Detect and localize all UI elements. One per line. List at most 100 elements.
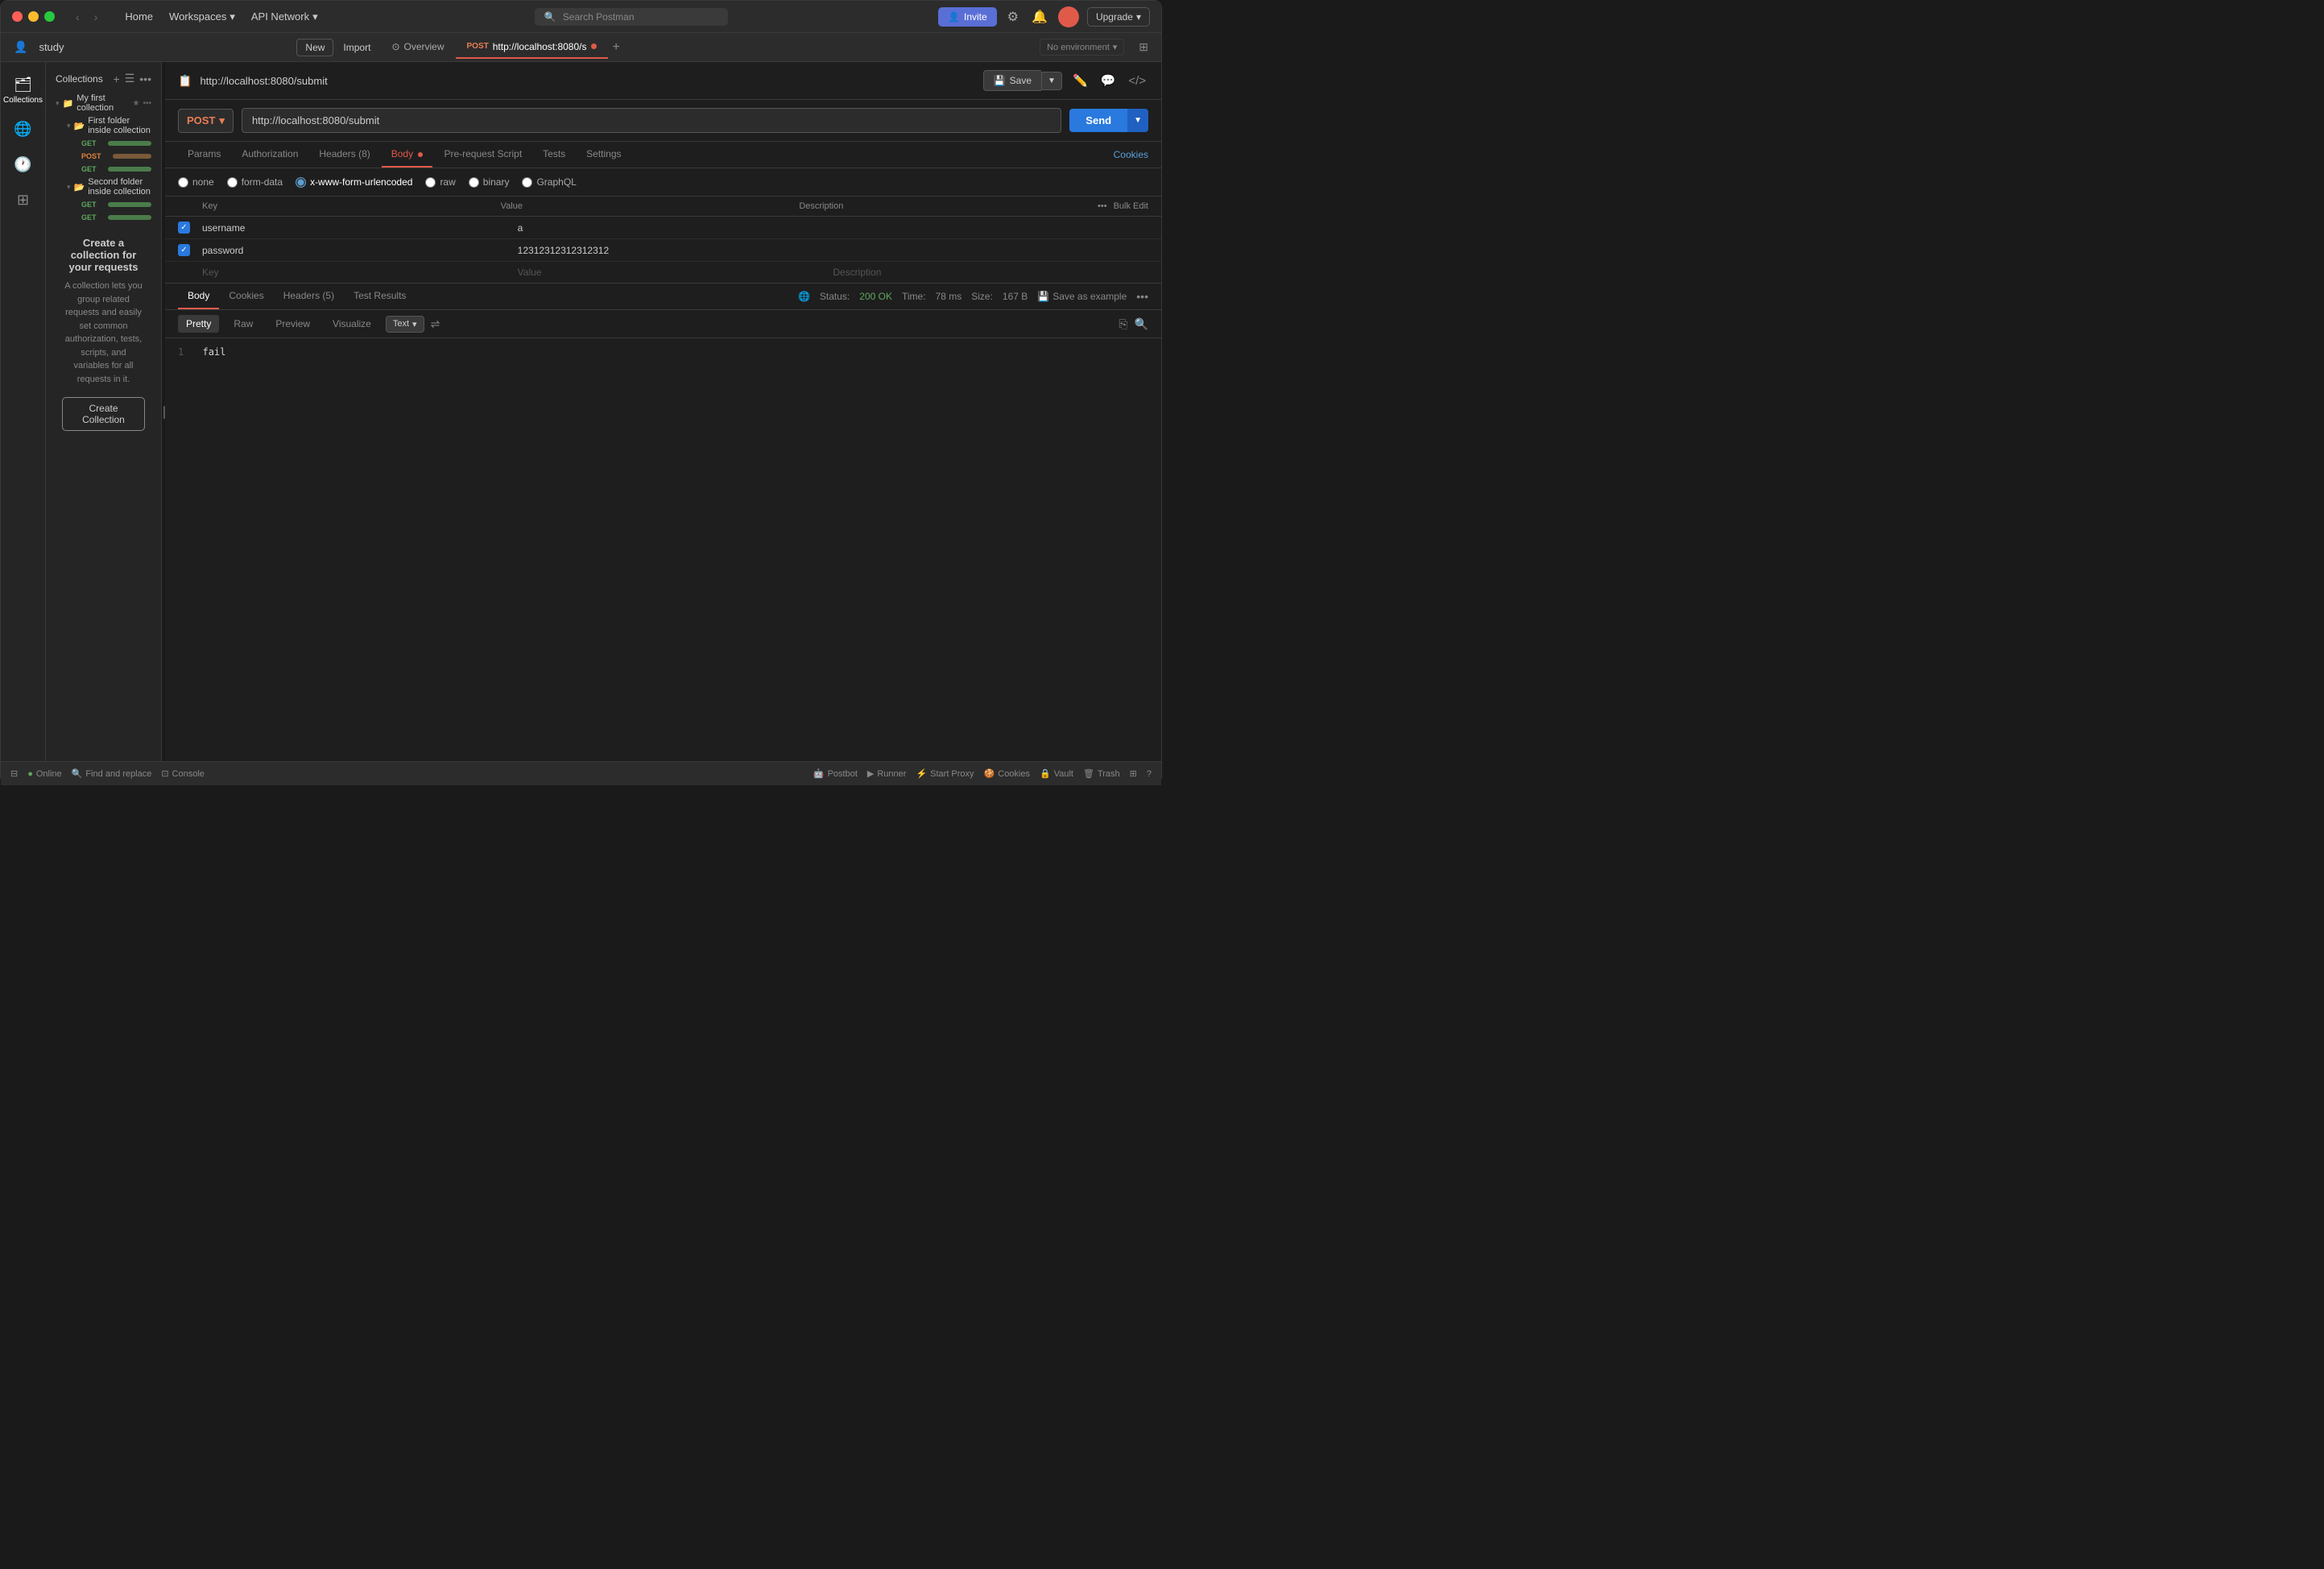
start-proxy-button[interactable]: ⚡ Start Proxy: [916, 768, 974, 779]
body-option-form-data[interactable]: form-data: [227, 176, 283, 188]
request-item[interactable]: POST: [75, 150, 155, 163]
format-icon-button[interactable]: ⇌: [431, 317, 440, 331]
help-button[interactable]: ?: [1147, 769, 1152, 779]
save-button[interactable]: 💾 Save: [983, 70, 1041, 91]
search-bar[interactable]: 🔍 Search Postman: [334, 8, 928, 26]
tab-authorization[interactable]: Authorization: [232, 142, 308, 168]
body-option-binary[interactable]: binary: [469, 176, 510, 188]
resp-format-pretty[interactable]: Pretty: [178, 315, 219, 333]
cookies-bottom-button[interactable]: 🍪 Cookies: [984, 768, 1030, 779]
edit-icon-button[interactable]: ✏️: [1070, 71, 1090, 90]
tab-params[interactable]: Params: [178, 142, 230, 168]
layout-button[interactable]: ⊟: [10, 768, 18, 779]
add-tab-button[interactable]: +: [608, 40, 625, 55]
save-dropdown-button[interactable]: ▼: [1041, 72, 1062, 90]
resp-format-raw[interactable]: Raw: [225, 315, 261, 333]
request-tab-active[interactable]: POST http://localhost:8080/s: [456, 36, 608, 59]
maximize-button[interactable]: [44, 11, 55, 22]
star-icon[interactable]: ★: [133, 99, 140, 108]
overview-tab[interactable]: ⊙ Overview: [380, 36, 455, 59]
checkbox[interactable]: ✓: [178, 221, 190, 234]
create-collection-button[interactable]: Create Collection: [62, 397, 145, 431]
sidebar-item-workspaces[interactable]: ⊞: [3, 185, 43, 215]
save-example-button[interactable]: 💾 Save as example: [1037, 291, 1127, 302]
nav-buttons: ‹ ›: [72, 9, 101, 25]
kv-empty-desc[interactable]: Description: [833, 267, 1148, 278]
checkbox[interactable]: ✓: [178, 244, 190, 256]
add-collection-button[interactable]: +: [114, 72, 120, 85]
find-replace-button[interactable]: 🔍 Find and replace: [72, 768, 152, 779]
kv-empty-key[interactable]: Key: [202, 267, 518, 278]
request-item[interactable]: GET: [75, 163, 155, 176]
copy-response-button[interactable]: ⎘: [1119, 317, 1127, 331]
send-dropdown-button[interactable]: ▼: [1127, 109, 1148, 132]
trash-button[interactable]: 🗑 Trash: [1083, 768, 1120, 779]
request-item[interactable]: GET: [75, 211, 155, 224]
folder-first[interactable]: ▾ 📂 First folder inside collection: [64, 114, 155, 137]
avatar[interactable]: [1058, 6, 1079, 27]
vault-button[interactable]: 🔒 Vault: [1040, 768, 1073, 779]
cookies-link[interactable]: Cookies: [1114, 149, 1148, 160]
send-button[interactable]: Send: [1069, 109, 1127, 132]
runner-button[interactable]: ▶ Runner: [867, 768, 907, 779]
body-option-graphql[interactable]: GraphQL: [522, 176, 576, 188]
request-item[interactable]: GET: [75, 198, 155, 211]
forward-button[interactable]: ›: [91, 9, 101, 25]
kv-key-cell[interactable]: username: [202, 222, 518, 234]
kv-value-cell[interactable]: a: [518, 222, 833, 234]
collection-root[interactable]: ▾ 📁 My first collection ★ •••: [52, 92, 155, 114]
api-network-menu-item[interactable]: API Network ▾: [245, 8, 325, 26]
kv-key-cell[interactable]: password: [202, 245, 518, 256]
close-button[interactable]: [12, 11, 23, 22]
body-option-none[interactable]: none: [178, 176, 214, 188]
environment-selector[interactable]: No environment ▾: [1040, 39, 1124, 56]
grid-bottom-button[interactable]: ⊞: [1130, 768, 1137, 779]
grid-view-button[interactable]: ⊞: [1139, 40, 1148, 54]
settings-icon-button[interactable]: ⚙: [1005, 6, 1021, 27]
method-selector[interactable]: POST ▾: [178, 109, 234, 133]
resp-tab-body[interactable]: Body: [178, 284, 219, 309]
console-button[interactable]: ⊡ Console: [161, 768, 205, 779]
kv-empty-value[interactable]: Value: [518, 267, 833, 278]
tab-settings[interactable]: Settings: [577, 142, 631, 168]
bulk-edit-label[interactable]: Bulk Edit: [1114, 201, 1148, 211]
sidebar-item-collections[interactable]: 🗂 Collections: [3, 70, 43, 111]
sidebar-item-environments[interactable]: 🌐: [3, 114, 43, 147]
tab-pre-request[interactable]: Pre-request Script: [434, 142, 531, 168]
resp-format-visualize[interactable]: Visualize: [325, 315, 379, 333]
resp-tab-test-results[interactable]: Test Results: [344, 284, 416, 309]
comment-icon-button[interactable]: 💬: [1098, 71, 1119, 90]
sidebar-item-history[interactable]: 🕐: [3, 150, 43, 182]
folder-second[interactable]: ▾ 📂 Second folder inside collection: [64, 176, 155, 198]
back-button[interactable]: ‹: [72, 9, 83, 25]
request-item[interactable]: GET: [75, 137, 155, 150]
upgrade-button[interactable]: Upgrade ▾: [1087, 7, 1150, 27]
notifications-icon-button[interactable]: 🔔: [1029, 6, 1050, 27]
resp-tab-headers[interactable]: Headers (5): [274, 284, 344, 309]
invite-button[interactable]: 👤 Invite: [938, 7, 997, 27]
search-response-button[interactable]: 🔍: [1135, 317, 1148, 331]
sidebar-dots-button[interactable]: •••: [139, 72, 151, 85]
tab-body[interactable]: Body: [382, 142, 433, 168]
text-type-dropdown[interactable]: Text ▾: [386, 316, 424, 333]
body-option-urlencoded[interactable]: x-www-form-urlencoded: [296, 176, 412, 188]
online-button[interactable]: ● Online: [27, 769, 61, 779]
kv-value-cell[interactable]: 12312312312312312: [518, 245, 833, 256]
import-button[interactable]: Import: [343, 42, 370, 53]
postbot-button[interactable]: 🤖 Postbot: [813, 768, 858, 779]
url-input[interactable]: [242, 108, 1061, 133]
resp-tab-cookies[interactable]: Cookies: [219, 284, 273, 309]
tab-tests[interactable]: Tests: [533, 142, 575, 168]
resp-format-preview[interactable]: Preview: [267, 315, 318, 333]
collection-dots-button[interactable]: •••: [143, 99, 151, 108]
minimize-button[interactable]: [28, 11, 39, 22]
filter-button[interactable]: ☰: [125, 72, 135, 85]
home-menu-item[interactable]: Home: [118, 8, 159, 25]
code-icon-button[interactable]: </>: [1126, 72, 1148, 90]
body-option-raw[interactable]: raw: [425, 176, 455, 188]
workspaces-menu-item[interactable]: Workspaces ▾: [163, 8, 242, 26]
response-more-button[interactable]: •••: [1136, 290, 1148, 303]
new-button[interactable]: New: [296, 39, 333, 56]
search-input-wrap[interactable]: 🔍 Search Postman: [535, 8, 728, 26]
tab-headers[interactable]: Headers (8): [309, 142, 379, 168]
